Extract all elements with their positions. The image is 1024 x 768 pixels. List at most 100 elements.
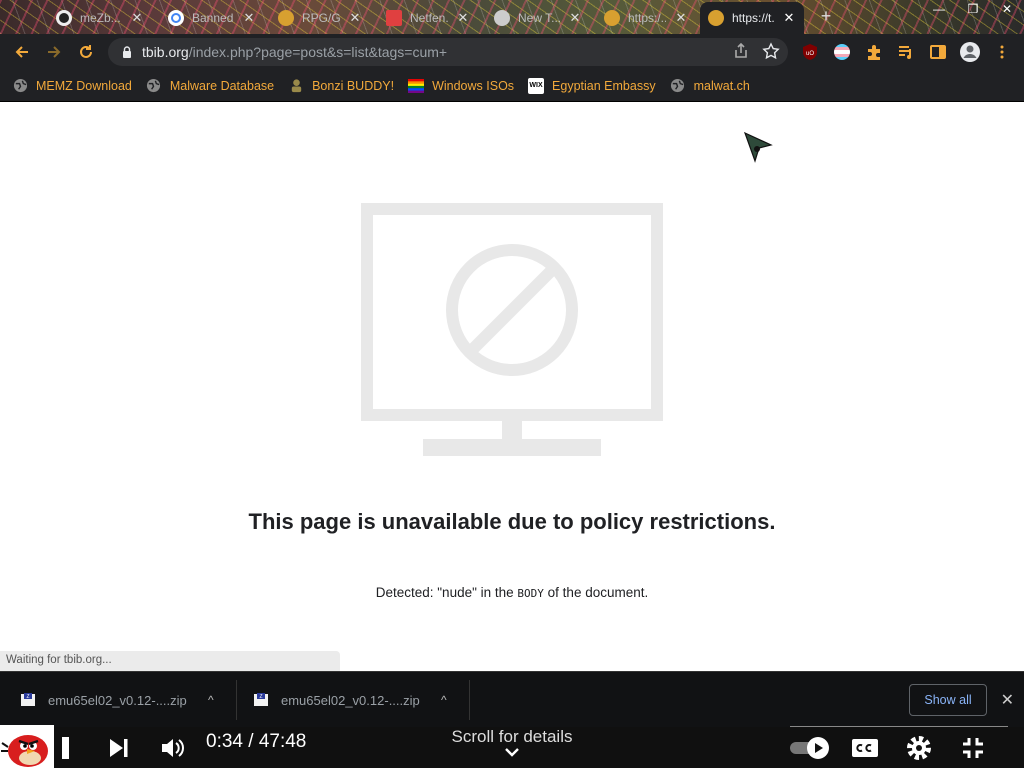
tab-github[interactable]: meZb... ✕ xyxy=(48,4,152,32)
puzzle-icon xyxy=(868,45,880,60)
chevron-down-icon[interactable] xyxy=(504,746,520,758)
tab-close-icon[interactable]: ✕ xyxy=(130,10,144,26)
bookmark-windows-isos[interactable]: Windows ISOs xyxy=(408,78,514,94)
volume-button[interactable] xyxy=(158,735,188,761)
close-window-button[interactable]: ✕ xyxy=(990,0,1024,18)
tab-new[interactable]: New T... ✕ xyxy=(486,4,590,32)
show-all-button[interactable]: Show all xyxy=(909,684,987,716)
arrow-right-icon xyxy=(48,46,61,58)
status-bubble: Waiting for tbib.org... xyxy=(0,651,340,671)
autoplay-toggle-icon xyxy=(790,737,829,759)
tab-label: New T... xyxy=(518,11,560,25)
tab-netfen[interactable]: Netfen... ✕ xyxy=(378,4,478,32)
flag-extension[interactable] xyxy=(830,40,854,64)
share-icon[interactable] xyxy=(732,42,750,60)
url-path: /index.php?page=post&s=list&tags=cum+ xyxy=(188,44,448,60)
svg-text:Z: Z xyxy=(259,694,262,700)
tab-rpg[interactable]: RPG/Ge... ✕ xyxy=(270,4,370,32)
tab-active[interactable]: https://t... ✕ xyxy=(700,2,804,34)
download-item[interactable]: Z emu65el02_v0.12-....zip ^ xyxy=(20,680,230,720)
tab-close-icon[interactable]: ✕ xyxy=(782,10,796,26)
svg-text:uO: uO xyxy=(806,51,814,57)
bookmark-memz[interactable]: MEMZ Download xyxy=(12,78,132,94)
tab-close-icon[interactable]: ✕ xyxy=(568,10,582,26)
next-button[interactable] xyxy=(106,735,132,761)
bonzi-icon xyxy=(288,78,304,94)
volume-icon xyxy=(162,739,184,757)
extensions-button[interactable] xyxy=(862,40,886,64)
ublock-icon: uO xyxy=(803,44,817,60)
bookmark-label: MEMZ Download xyxy=(36,78,132,93)
bookmark-label: Malware Database xyxy=(169,78,275,93)
tab-google[interactable]: Banned... ✕ xyxy=(160,4,264,32)
playback-time: 0:34 / 47:48 xyxy=(206,731,306,753)
settings-button[interactable] xyxy=(904,734,934,762)
blocked-monitor-icon xyxy=(361,203,663,456)
mouse-cursor-icon xyxy=(743,131,773,163)
globe-icon xyxy=(146,78,162,94)
site-favicon-icon xyxy=(708,10,724,26)
bookmark-egyptian-embassy[interactable]: WIX Egyptian Embassy xyxy=(528,77,656,94)
detection-message: Detected: "nude" in the BODY of the docu… xyxy=(0,585,1024,600)
back-button[interactable] xyxy=(6,36,38,68)
address-bar[interactable]: tbib.org/index.php?page=post&s=list&tags… xyxy=(108,38,788,66)
time-separator: / xyxy=(242,731,259,752)
tab-label: https:/... xyxy=(628,11,666,25)
close-shelf-icon[interactable]: ✕ xyxy=(1001,690,1014,710)
side-panel-button[interactable] xyxy=(926,40,950,64)
tab-close-icon[interactable]: ✕ xyxy=(456,10,470,26)
bookmark-malware-database[interactable]: Malware Database xyxy=(146,78,274,94)
autoplay-toggle[interactable] xyxy=(788,735,832,761)
tab-close-icon[interactable]: ✕ xyxy=(674,10,688,26)
detection-prefix: Detected: "nude" in the xyxy=(375,585,518,600)
menu-button[interactable] xyxy=(990,40,1014,64)
scroll-hint[interactable]: Scroll for details xyxy=(412,727,612,747)
closed-captions-icon xyxy=(852,739,878,757)
captions-button[interactable] xyxy=(850,735,880,761)
bookmark-label: Egyptian Embassy xyxy=(552,78,656,93)
tab-https-1[interactable]: https:/... ✕ xyxy=(596,4,696,32)
google-icon xyxy=(168,10,184,26)
side-panel-icon xyxy=(930,45,946,59)
gear-icon xyxy=(907,736,931,760)
playlist-icon xyxy=(899,46,911,59)
minimize-button[interactable]: — xyxy=(922,0,956,18)
bookmark-bonzi-buddy[interactable]: Bonzi BUDDY! xyxy=(288,78,394,94)
avatar-icon xyxy=(960,42,980,62)
zip-file-icon: Z xyxy=(21,693,35,706)
exit-fullscreen-icon xyxy=(963,738,983,758)
wix-icon: WIX xyxy=(528,77,545,94)
ublock-extension[interactable]: uO xyxy=(798,40,822,64)
download-item[interactable]: Z emu65el02_v0.12-....zip ^ xyxy=(253,680,463,720)
arrow-left-icon xyxy=(15,46,28,58)
chevron-up-icon[interactable]: ^ xyxy=(208,693,214,707)
tab-label: meZb... xyxy=(80,11,121,25)
pause-icon xyxy=(62,737,69,759)
site-favicon-icon xyxy=(604,10,620,26)
site-favicon-icon xyxy=(278,10,294,26)
star-icon[interactable] xyxy=(762,42,780,60)
new-tab-button[interactable]: + xyxy=(816,6,836,27)
exit-fullscreen-button[interactable] xyxy=(958,735,988,761)
bookmark-label: malwat.ch xyxy=(693,78,750,93)
tab-close-icon[interactable]: ✕ xyxy=(242,10,256,26)
window-controls: — ❐ ✕ xyxy=(922,0,1024,18)
pause-button[interactable] xyxy=(60,737,72,759)
url-text: tbib.org/index.php?page=post&s=list&tags… xyxy=(142,44,447,60)
site-favicon-icon xyxy=(386,10,402,26)
profile-button[interactable] xyxy=(958,40,982,64)
reload-button[interactable] xyxy=(70,36,102,68)
github-icon xyxy=(56,10,72,26)
restore-button[interactable]: ❐ xyxy=(956,0,990,18)
bookmark-label: Bonzi BUDDY! xyxy=(312,78,395,93)
extension-tray: uO xyxy=(798,40,1014,64)
rainbow-flag-icon xyxy=(408,78,425,94)
chevron-up-icon[interactable]: ^ xyxy=(441,693,447,707)
bookmark-malwatch[interactable]: malwat.ch xyxy=(670,78,750,94)
media-button[interactable] xyxy=(894,40,918,64)
tab-close-icon[interactable]: ✕ xyxy=(348,10,362,26)
bookmark-label: Windows ISOs xyxy=(432,78,515,93)
forward-button[interactable] xyxy=(38,36,70,68)
download-separator xyxy=(469,680,470,720)
skip-next-icon xyxy=(110,739,128,757)
